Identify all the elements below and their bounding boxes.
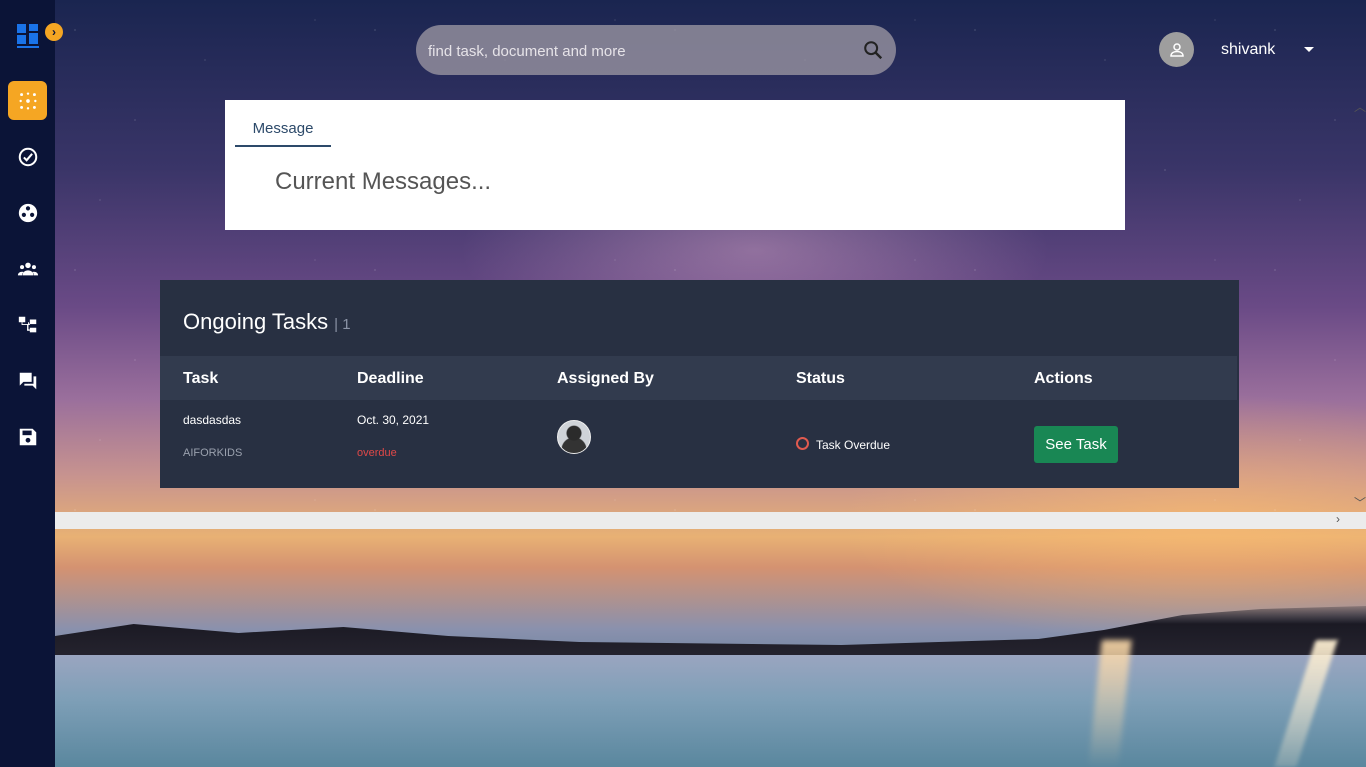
scroll-up-icon[interactable]: ︿ [1354,98,1366,115]
sidebar-item-saved[interactable] [8,417,47,456]
scroll-down-icon[interactable]: ﹀ [1354,494,1366,511]
expand-sidebar-button[interactable]: › [45,23,63,41]
search-icon[interactable] [862,39,884,61]
column-header-assigned-by: Assigned By [557,370,654,387]
people-icon [17,262,38,275]
search-bar [416,25,896,75]
chat-icon [19,372,36,389]
deadline-state: overdue [357,447,397,459]
user-icon [1169,42,1184,57]
current-messages-text: Current Messages... [275,168,492,195]
table-header: Task Deadline Assigned By Status Actions [160,356,1237,400]
message-card: Message Current Messages... [225,100,1125,230]
task-organization: AIFORKIDS [183,447,243,459]
task-name[interactable]: dasdasdas [183,413,241,427]
column-header-actions: Actions [1034,370,1093,387]
sidebar-item-tasks[interactable] [8,137,47,176]
sidebar-item-dashboard[interactable] [8,81,47,120]
tasks-title: Ongoing Tasks | 1 [183,309,351,335]
status-overdue-icon [796,437,809,450]
app-grid-logo-icon[interactable] [17,24,39,48]
dashboard-icon [18,91,37,110]
column-header-task: Task [183,370,219,387]
task-status: Task Overdue [816,438,891,452]
scroll-right-icon[interactable]: › [1336,512,1340,526]
column-header-status: Status [796,370,845,387]
chevron-down-icon[interactable] [1304,47,1314,52]
username[interactable]: shivank [1221,41,1275,59]
network-icon [18,203,37,222]
column-header-deadline: Deadline [357,370,424,387]
tasks-count: | 1 [334,316,351,333]
search-input[interactable] [426,37,850,65]
task-deadline: Oct. 30, 2021 [357,413,430,427]
horizontal-scrollbar[interactable]: › [55,512,1366,529]
ongoing-tasks-panel: Ongoing Tasks | 1 Task Deadline Assigned … [160,280,1239,488]
user-avatar[interactable] [1159,32,1194,67]
sidebar-item-hierarchy[interactable] [8,305,47,344]
sidebar-item-groups[interactable] [8,193,47,232]
sidebar: › [0,0,63,767]
save-icon [19,428,36,445]
sidebar-item-people[interactable] [8,249,47,288]
tasks-title-text: Ongoing Tasks [183,309,329,334]
see-task-button[interactable]: See Task [1034,426,1118,463]
assigned-by-avatar[interactable] [557,420,591,454]
vertical-scrollbar[interactable]: ︿ ﹀ [1350,98,1366,512]
tab-message[interactable]: Message [235,120,331,147]
sidebar-item-messages[interactable] [8,361,47,400]
hierarchy-icon [18,316,36,332]
check-circle-icon [18,147,37,166]
